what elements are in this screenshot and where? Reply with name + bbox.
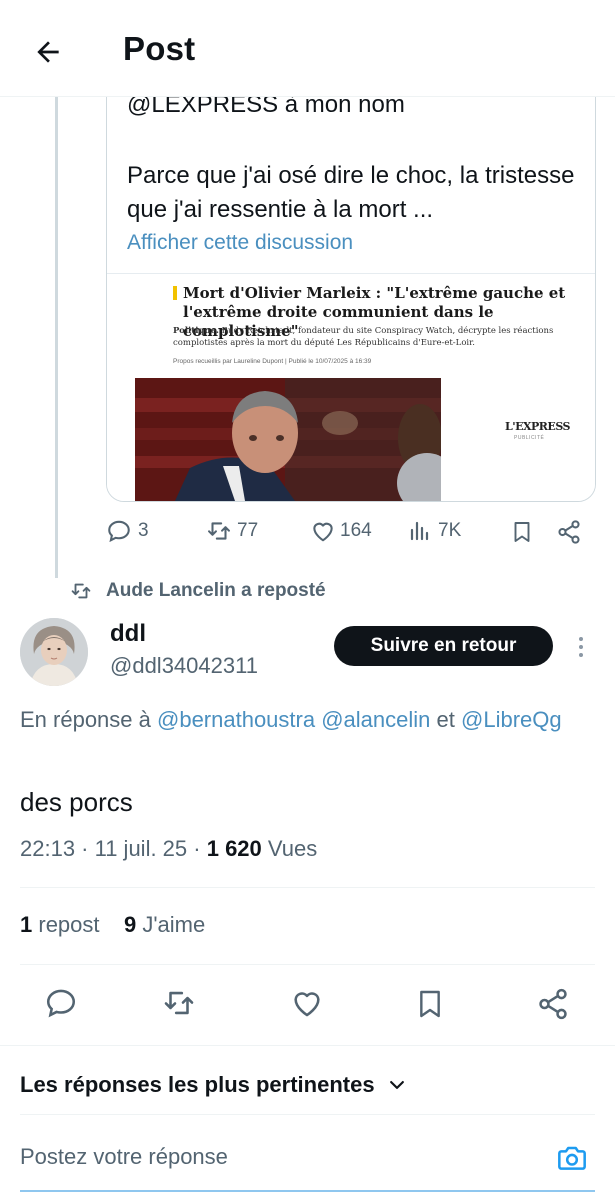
- article-brand-logo: L'EXPRESS: [505, 420, 570, 433]
- post-meta: 22:13 · 11 juil. 25 · 1 620 Vues: [20, 836, 317, 862]
- heart-icon: [313, 522, 333, 542]
- repost-icon: [208, 522, 230, 540]
- avatar-portrait-image: [20, 618, 88, 686]
- reply-count: 3: [138, 520, 149, 541]
- mention-link[interactable]: @alancelin: [321, 707, 430, 732]
- divider: [0, 1045, 615, 1046]
- repost-count: 77: [237, 520, 259, 541]
- share-button[interactable]: [556, 518, 582, 546]
- parliament-photo-image: [135, 378, 441, 501]
- divider: [20, 887, 595, 888]
- mention-link[interactable]: @LibreQg: [461, 707, 562, 732]
- camera-icon: [558, 1146, 586, 1170]
- author-name[interactable]: ddl: [110, 620, 146, 648]
- repost-action[interactable]: 77: [205, 518, 258, 544]
- back-arrow-icon: [37, 41, 59, 63]
- repost-icon: [164, 991, 194, 1015]
- article-category: Politique.: [173, 326, 219, 336]
- follow-back-button[interactable]: Suivre en retour: [334, 626, 553, 666]
- reposts-stat-label: repost: [38, 912, 100, 937]
- reposts-stat[interactable]: 1 repost: [20, 912, 100, 937]
- views-count: 7K: [438, 520, 462, 541]
- top-header: Post: [0, 0, 615, 97]
- show-thread-link[interactable]: Afficher cette discussion: [127, 231, 353, 255]
- like-count: 164: [340, 520, 372, 541]
- more-options-button[interactable]: [570, 630, 592, 664]
- bookmark-icon: [420, 990, 440, 1018]
- article-accent-mark: [173, 286, 177, 300]
- reply-button[interactable]: [44, 986, 78, 1020]
- more-dot: [579, 637, 583, 641]
- reply-input[interactable]: Postez votre réponse: [20, 1144, 228, 1170]
- article-byline: Propos recueillis par Laureline Dupont |…: [173, 358, 372, 365]
- reposts-stat-count: 1: [20, 912, 33, 937]
- like-button[interactable]: [290, 986, 324, 1020]
- post-views-count: 1 620: [206, 836, 262, 861]
- repost-note-text: Aude Lancelin a reposté: [106, 580, 326, 601]
- post-text: des porcs: [20, 787, 133, 817]
- quoted-post-text: Parce que j'ai osé dire le choc, la tris…: [127, 162, 575, 223]
- article-lede-text: Rudy Reichstadt, fondateur du site Consp…: [173, 326, 554, 348]
- post-views-label: Vues: [267, 836, 318, 861]
- likes-stat-count: 9: [123, 912, 137, 937]
- repost-icon: [71, 583, 91, 599]
- likes-stat-label: J'aime: [142, 912, 206, 937]
- reply-action[interactable]: 3: [106, 518, 149, 544]
- like-action[interactable]: 164: [310, 518, 372, 544]
- repost-indicator: Aude Lancelin a reposté: [70, 580, 326, 602]
- reply-to-line: En réponse à @bernathoustra @alancelin e…: [20, 703, 595, 737]
- more-dot: [579, 645, 583, 649]
- heart-icon: [294, 992, 320, 1017]
- divider: [20, 964, 595, 965]
- share-button[interactable]: [536, 986, 570, 1022]
- camera-button[interactable]: [552, 1138, 592, 1178]
- replies-sort-label: Les réponses les plus pertinentes: [20, 1072, 375, 1097]
- bookmark-button[interactable]: [510, 518, 534, 546]
- bookmark-button[interactable]: [414, 986, 446, 1022]
- views-chart-icon: [410, 521, 429, 541]
- post-timestamp[interactable]: 22:13 · 11 juil. 25 ·: [20, 836, 201, 861]
- back-button[interactable]: [22, 26, 74, 78]
- reply-icon: [108, 520, 130, 543]
- share-icon: [558, 520, 580, 544]
- reply-icon: [46, 989, 76, 1018]
- mention-joiner: et: [436, 707, 455, 732]
- avatar[interactable]: [20, 618, 88, 686]
- likes-stat[interactable]: 9 J'aime: [124, 912, 205, 937]
- author-handle[interactable]: @ddl34042311: [110, 653, 258, 679]
- thread-connector-line: [55, 96, 58, 578]
- repost-button[interactable]: [161, 986, 197, 1020]
- article-lede: Politique. Rudy Reichstadt, fondateur du…: [173, 325, 573, 349]
- post-stats: 1 repost 9 J'aime: [20, 912, 205, 938]
- chevron-down-icon: [389, 1081, 404, 1089]
- quoted-post-card[interactable]: @LEXPRESS à mon nom Parce que j'ai osé d…: [106, 60, 596, 502]
- replies-sort-selector[interactable]: Les réponses les plus pertinentes: [20, 1072, 407, 1098]
- bookmark-icon: [514, 522, 530, 542]
- article-photo: [135, 378, 441, 501]
- views-action[interactable]: 7K: [408, 518, 461, 544]
- reply-to-prefix: En réponse à: [20, 707, 151, 732]
- article-preview[interactable]: Mort d'Olivier Marleix : "L'extrême gauc…: [107, 274, 595, 501]
- page-title: Post: [123, 30, 196, 67]
- mention-link[interactable]: @bernathoustra: [157, 707, 315, 732]
- article-brand-sublabel: PUBLICITÉ: [514, 435, 545, 441]
- input-underline: [20, 1190, 595, 1192]
- divider: [20, 1114, 595, 1115]
- share-icon: [539, 988, 567, 1020]
- more-dot: [579, 653, 583, 657]
